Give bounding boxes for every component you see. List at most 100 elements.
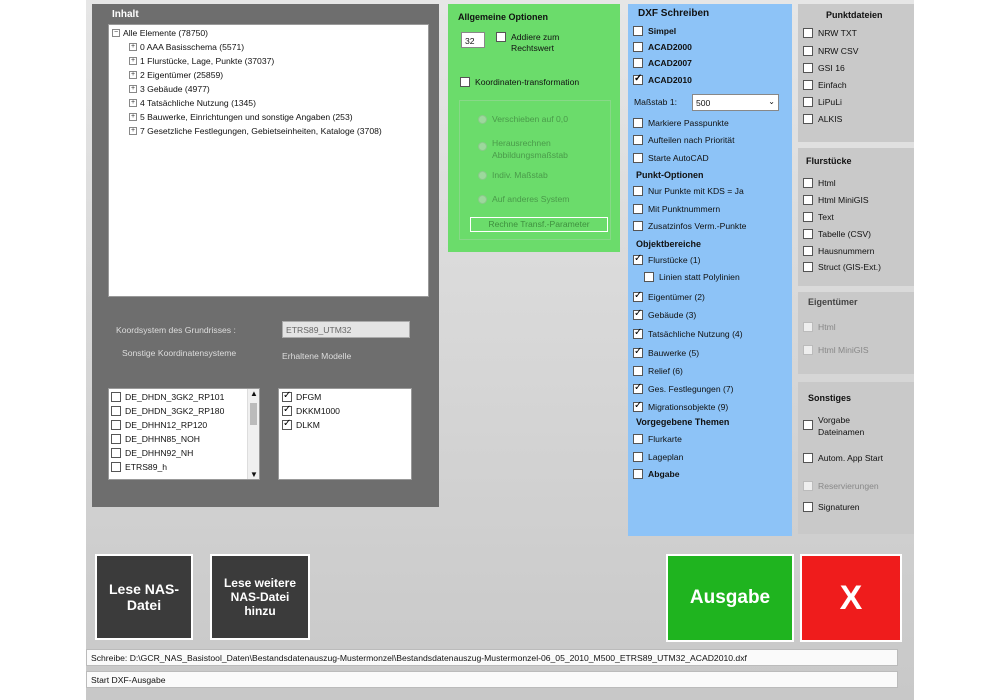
checkbox[interactable] xyxy=(496,32,506,42)
thema-flurkarte[interactable]: Flurkarte xyxy=(633,434,682,444)
checkbox[interactable] xyxy=(111,406,121,416)
flur-html[interactable]: Html xyxy=(803,178,836,188)
checkbox[interactable] xyxy=(803,63,813,73)
thema-abgabe[interactable]: Abgabe xyxy=(633,469,680,479)
checkbox[interactable] xyxy=(633,366,643,376)
modelle-list[interactable]: DFGM DKKM1000 DLKM xyxy=(278,388,412,480)
addiere-checkbox-row[interactable]: Addiere zum Rechtswert xyxy=(496,32,581,54)
expand-icon[interactable]: + xyxy=(129,43,137,51)
signaturen[interactable]: Signaturen xyxy=(803,502,860,512)
punkt-gsi16[interactable]: GSI 16 xyxy=(803,63,845,73)
list-item[interactable]: DE_DHHN92_NH xyxy=(111,448,193,458)
checkbox[interactable] xyxy=(111,448,121,458)
dxf-version-acad2010[interactable]: ACAD2010 xyxy=(633,73,692,85)
objekt-eigentuemer[interactable]: Eigentümer (2) xyxy=(633,290,705,302)
checkbox[interactable] xyxy=(803,262,813,272)
checkbox[interactable] xyxy=(633,290,643,302)
list-item[interactable]: DE_DHDN_3GK2_RP101 xyxy=(111,392,224,402)
zusatzinfos-punkte[interactable]: Zusatzinfos Verm.-Punkte xyxy=(633,221,746,231)
tree-item[interactable]: +1 Flurstücke, Lage, Punkte (37037) xyxy=(129,56,274,66)
koordtrans-checkbox-row[interactable]: Koordinaten-transformation xyxy=(460,77,579,87)
checkbox[interactable] xyxy=(633,346,643,358)
tree-item[interactable]: +3 Gebäude (4977) xyxy=(129,84,210,94)
list-item[interactable]: DFGM xyxy=(282,390,321,402)
checkbox[interactable] xyxy=(282,390,292,402)
close-button[interactable]: X xyxy=(800,554,902,642)
expand-icon[interactable]: + xyxy=(129,71,137,79)
list-item[interactable]: ETRS89_h xyxy=(111,462,167,472)
ausgabe-button[interactable]: Ausgabe xyxy=(666,554,794,642)
checkbox[interactable] xyxy=(111,420,121,430)
checkbox[interactable] xyxy=(633,153,643,163)
massstab-select[interactable]: 500 ⌄ xyxy=(692,94,779,111)
checkbox[interactable] xyxy=(111,462,121,472)
dxf-version-acad2000[interactable]: ACAD2000 xyxy=(633,42,692,52)
checkbox[interactable] xyxy=(633,135,643,145)
punkt-alkis[interactable]: ALKIS xyxy=(803,114,842,124)
dxf-version-acad2007[interactable]: ACAD2007 xyxy=(633,58,692,68)
checkbox[interactable] xyxy=(633,73,643,85)
flur-struct[interactable]: Struct (GIS-Ext.) xyxy=(803,262,881,272)
checkbox[interactable] xyxy=(803,246,813,256)
checkbox[interactable] xyxy=(633,469,643,479)
punkt-nrw-csv[interactable]: NRW CSV xyxy=(803,46,858,56)
dxf-version-simpel[interactable]: Simpel xyxy=(633,26,676,36)
objekt-bauwerke[interactable]: Bauwerke (5) xyxy=(633,346,699,358)
checkbox[interactable] xyxy=(803,195,813,205)
tree-item[interactable]: +7 Gesetzliche Festlegungen, Gebietseinh… xyxy=(129,126,382,136)
list-item[interactable]: DE_DHHN12_RP120 xyxy=(111,420,207,430)
checkbox[interactable] xyxy=(633,58,643,68)
tree-item[interactable]: +2 Eigentümer (25859) xyxy=(129,70,223,80)
scroll-thumb[interactable] xyxy=(250,403,257,425)
list-item[interactable]: DE_DHDN_3GK2_RP180 xyxy=(111,406,224,416)
tree-root[interactable]: − Alle Elemente (78750) xyxy=(112,28,208,38)
reservierungen[interactable]: Reservierungen xyxy=(803,481,879,491)
checkbox[interactable] xyxy=(803,97,813,107)
rechne-transf-button[interactable]: Rechne Transf.-Parameter xyxy=(470,217,608,232)
radio[interactable] xyxy=(478,170,487,180)
starte-autocad[interactable]: Starte AutoCAD xyxy=(633,153,709,163)
radio-option[interactable]: Herausrechnen Abbildungsmaßstab xyxy=(478,137,592,161)
koordsystem-list[interactable]: DE_DHDN_3GK2_RP101 DE_DHDN_3GK2_RP180 DE… xyxy=(108,388,260,480)
checkbox[interactable] xyxy=(803,212,813,222)
nur-punkte-kds[interactable]: Nur Punkte mit KDS = Ja xyxy=(633,186,744,196)
checkbox[interactable] xyxy=(803,114,813,124)
thema-lageplan[interactable]: Lageplan xyxy=(633,452,683,462)
checkbox[interactable] xyxy=(803,229,813,239)
scrollbar[interactable]: ▲ ▼ xyxy=(247,389,259,479)
collapse-icon[interactable]: − xyxy=(112,29,120,37)
checkbox[interactable] xyxy=(460,77,470,87)
radio-option[interactable]: Verschieben auf 0,0 xyxy=(478,114,568,124)
checkbox[interactable] xyxy=(633,382,643,394)
addiere-input[interactable]: 32 xyxy=(461,32,485,48)
objekt-migration[interactable]: Migrationsobjekte (9) xyxy=(633,400,728,412)
checkbox[interactable] xyxy=(803,46,813,56)
radio[interactable] xyxy=(478,142,487,151)
checkbox[interactable] xyxy=(633,26,643,36)
eig-html[interactable]: Html xyxy=(803,322,836,332)
flur-text[interactable]: Text xyxy=(803,212,834,222)
expand-icon[interactable]: + xyxy=(129,113,137,121)
objekt-nutzung[interactable]: Tatsächliche Nutzung (4) xyxy=(633,327,743,339)
list-item[interactable]: DKKM1000 xyxy=(282,404,340,416)
list-item[interactable]: DE_DHHN85_NOH xyxy=(111,434,200,444)
checkbox[interactable] xyxy=(111,392,121,402)
checkbox[interactable] xyxy=(282,418,292,430)
checkbox[interactable] xyxy=(633,186,643,196)
punkt-nrw-txt[interactable]: NRW TXT xyxy=(803,28,857,38)
scroll-down-icon[interactable]: ▼ xyxy=(250,470,258,479)
checkbox[interactable] xyxy=(803,420,813,430)
objekt-flurstuecke[interactable]: Flurstücke (1) xyxy=(633,253,701,265)
flur-tabelle[interactable]: Tabelle (CSV) xyxy=(803,229,871,239)
flur-html-minigis[interactable]: Html MiniGIS xyxy=(803,195,869,205)
checkbox[interactable] xyxy=(803,502,813,512)
checkbox[interactable] xyxy=(111,434,121,444)
tree-item[interactable]: +5 Bauwerke, Einrichtungen und sonstige … xyxy=(129,112,353,122)
checkbox[interactable] xyxy=(633,434,643,444)
vorgabe-dateinamen[interactable]: Vorgabe Dateinamen xyxy=(803,414,888,438)
checkbox[interactable] xyxy=(803,178,813,188)
expand-icon[interactable]: + xyxy=(129,57,137,65)
radio[interactable] xyxy=(478,114,487,124)
punkt-einfach[interactable]: Einfach xyxy=(803,80,847,90)
objekt-relief[interactable]: Relief (6) xyxy=(633,366,683,376)
